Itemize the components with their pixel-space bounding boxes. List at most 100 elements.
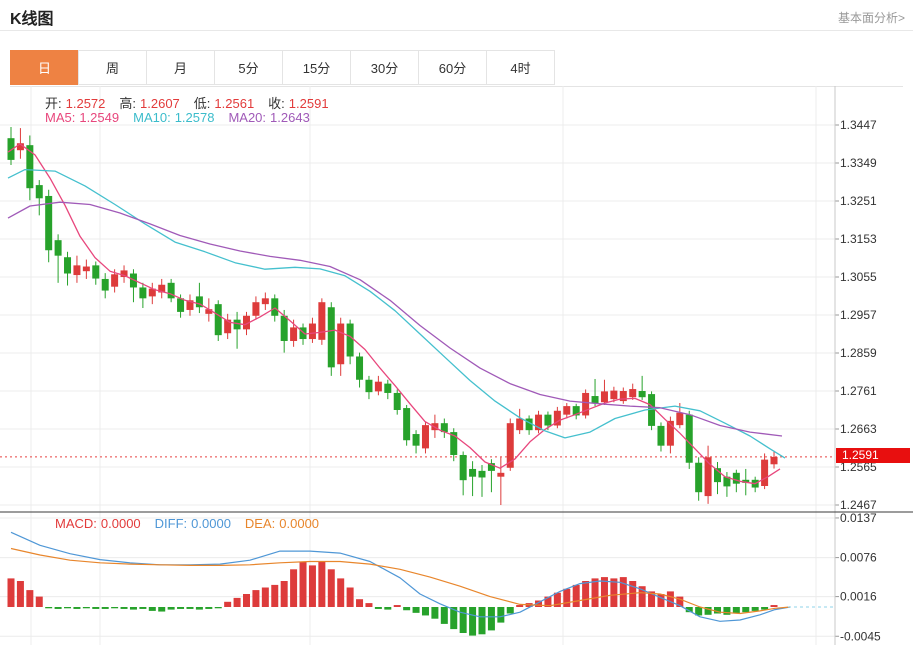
macd-hist-bar <box>657 594 665 607</box>
candle-body <box>695 462 703 493</box>
macd-hist-bar <box>158 607 166 612</box>
candle-body <box>299 327 307 340</box>
candle-body <box>497 472 505 477</box>
candle-body <box>421 425 429 449</box>
candle-body <box>177 298 185 312</box>
candle-body <box>54 240 62 256</box>
tab-daily[interactable]: 日 <box>10 50 79 85</box>
y-axis-label: 1.3447 <box>840 118 877 132</box>
current-price-tag: 1.2591 <box>836 448 910 463</box>
candle-body <box>111 274 119 287</box>
macd-hist-bar <box>610 578 618 607</box>
tab-4hour[interactable]: 4时 <box>486 50 555 85</box>
macd-hist-bar <box>582 581 590 607</box>
macd-hist-bar <box>403 607 411 611</box>
macd-hist-bar <box>111 607 119 609</box>
readout-label: DEA: <box>244 516 276 531</box>
macd-hist-bar <box>572 584 580 607</box>
macd-hist-bar <box>666 591 674 607</box>
candle-body <box>516 418 524 431</box>
candle-body <box>638 391 646 398</box>
y-axis-label: 1.3251 <box>840 194 877 208</box>
macd-hist-bar <box>82 607 90 609</box>
kline-chart[interactable]: 1.3447 1.3349 1.3251 1.3153 1.3055 1.2957 1.28… <box>0 86 913 645</box>
fundamental-analysis-link[interactable]: 基本面分析> <box>838 9 905 26</box>
tab-30min[interactable]: 30分 <box>350 50 419 85</box>
macd-hist-bar <box>619 577 627 607</box>
kline-page: K线图 基本面分析> 日周月 5分 15分 30分 60分 4时 1.3447 1.3349… <box>0 0 913 645</box>
macd-hist-bar <box>16 581 24 607</box>
macd-hist-bar <box>64 607 72 609</box>
period-tab-bar: 日周月 5分 15分 30分 60分 4时 <box>10 50 903 87</box>
macd-hist-bar <box>516 605 524 607</box>
candle-body <box>82 266 90 272</box>
macd-hist-bar <box>421 607 429 616</box>
readout-label: MA10: <box>133 110 171 125</box>
readout-value: 1.2578 <box>174 110 215 125</box>
tab-weekly[interactable]: 周 <box>78 50 147 85</box>
candle-body <box>252 302 260 316</box>
macd-hist-bar <box>412 607 420 613</box>
candle-body <box>374 381 382 392</box>
y-axis-label: 1.2467 <box>840 498 877 512</box>
macd-hist-bar <box>506 607 514 614</box>
macd-hist-bar <box>120 607 128 609</box>
macd-hist-bar <box>374 607 382 609</box>
candle-body <box>214 304 222 336</box>
candle-body <box>327 307 335 368</box>
candle-body <box>384 383 392 393</box>
macd-hist-bar <box>497 607 505 623</box>
macd-hist-bar <box>327 569 335 607</box>
tab-monthly[interactable]: 月 <box>146 50 215 85</box>
candle-body <box>280 315 288 341</box>
candle-body <box>318 302 326 340</box>
macd-hist-bar <box>73 607 81 609</box>
tab-5min[interactable]: 5分 <box>214 50 283 85</box>
macd-hist-bar <box>54 607 62 609</box>
candle-body <box>365 379 373 393</box>
readout-value: 0.0000 <box>279 516 320 531</box>
candle-body <box>403 408 411 441</box>
macd-axis-label: 0.0016 <box>840 590 877 604</box>
macd-hist-bar <box>186 607 194 609</box>
readout-value: 0.0000 <box>100 516 141 531</box>
macd-hist-bar <box>35 596 43 607</box>
candle-body <box>139 287 147 299</box>
readout-value: 1.2643 <box>270 110 310 125</box>
macd-hist-bar <box>92 607 100 609</box>
readout-value: 1.2572 <box>65 96 106 111</box>
candle-body <box>770 456 778 465</box>
candle-body <box>676 412 684 426</box>
macd-hist-bar <box>195 607 203 610</box>
y-axis-label: 1.2957 <box>840 308 877 322</box>
macd-hist-bar <box>384 607 392 610</box>
readout-label: 开: <box>45 96 62 111</box>
macd-axis-label: -0.0045 <box>840 629 881 643</box>
macd-hist-bar <box>45 607 53 609</box>
macd-hist-bar <box>723 607 731 615</box>
macd-hist-bar <box>261 587 269 607</box>
tab-15min[interactable]: 15分 <box>282 50 351 85</box>
macd-hist-bar <box>205 607 213 609</box>
macd-hist-bar <box>7 578 15 607</box>
readout-label: MA20: <box>228 110 267 125</box>
candle-body <box>92 265 100 279</box>
candle-body <box>167 282 175 299</box>
candle-body <box>290 327 298 341</box>
macd-hist-bar <box>563 588 571 607</box>
macd-hist-bar <box>280 581 288 607</box>
candle-body <box>459 454 467 481</box>
macd-readout: MACD: 0.0000 DIFF: 0.0000 DEA: 0.0000 <box>55 516 333 531</box>
macd-hist-bar <box>365 603 373 607</box>
candle-body <box>271 298 279 316</box>
candle-body <box>544 414 552 426</box>
y-axis-label: 1.2859 <box>840 346 877 360</box>
readout-label: MA5: <box>45 110 76 125</box>
tab-60min[interactable]: 60分 <box>418 50 487 85</box>
header-divider <box>0 30 913 31</box>
readout-value: 1.2549 <box>79 110 120 125</box>
y-axis-label: 1.3153 <box>840 232 877 246</box>
candle-body <box>308 323 316 340</box>
macd-hist-bar <box>129 607 137 610</box>
ma10-line <box>7 168 786 459</box>
